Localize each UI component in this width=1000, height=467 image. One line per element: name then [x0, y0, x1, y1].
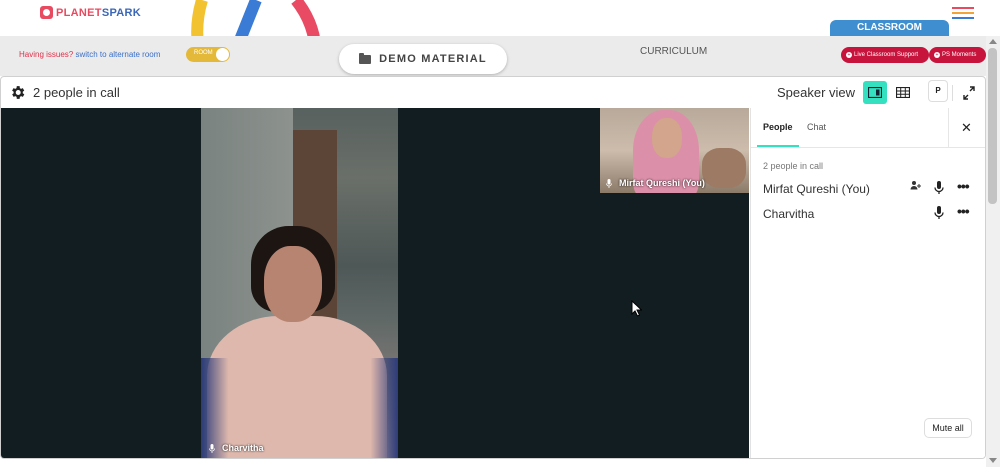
mic-icon[interactable]: [934, 181, 944, 195]
people-sidebar: People Chat ✕ 2 people in call Mirfat Qu…: [750, 108, 985, 458]
call-header: 2 people in call Speaker view P: [1, 77, 985, 108]
live-support-label: Live Classroom Support: [854, 52, 919, 58]
p-button[interactable]: P: [929, 81, 947, 101]
close-icon[interactable]: ✕: [961, 120, 972, 136]
mic-icon: [209, 443, 215, 453]
live-support-button[interactable]: + Live Classroom Support: [841, 47, 929, 63]
logo-icon: [40, 6, 53, 19]
cursor-icon: [631, 300, 642, 317]
logo-text-planet: PLANET: [56, 6, 102, 19]
issues-banner: Having issues? switch to alternate room: [19, 50, 160, 59]
speaker-view-icon: [868, 87, 882, 98]
logo-text-spark: SPARK: [101, 6, 142, 19]
people-list-count: 2 people in call: [763, 161, 824, 171]
ps-moments-label: PS Moments: [942, 52, 977, 58]
people-in-call-count: 2 people in call: [33, 85, 120, 100]
mute-all-button[interactable]: Mute all: [924, 418, 972, 438]
tab-people[interactable]: People: [763, 122, 793, 132]
video-call-panel: 2 people in call Speaker view P Charvith…: [0, 76, 986, 459]
grid-view-icon: [896, 87, 910, 98]
sidebar-tabs: People Chat ✕: [751, 108, 985, 148]
video-person-face: [264, 246, 322, 322]
plus-icon: +: [934, 52, 940, 58]
pip-person-hand: [702, 148, 746, 188]
speaker-view-button[interactable]: [863, 81, 887, 104]
demo-material-button[interactable]: DEMO MATERIAL: [339, 44, 507, 74]
toolbar-divider: [952, 85, 953, 101]
toggle-knob: [216, 48, 229, 61]
demo-material-label: DEMO MATERIAL: [379, 53, 487, 65]
self-participant-name: Mirfat Qureshi (You): [619, 178, 705, 188]
more-options-icon[interactable]: •••: [957, 203, 970, 219]
main-participant-video[interactable]: Charvitha: [201, 108, 398, 458]
tab-divider: [948, 108, 949, 148]
planetspark-logo[interactable]: PLANETSPARK: [40, 6, 141, 19]
issues-text: Having issues?: [19, 50, 74, 59]
mic-icon[interactable]: [934, 206, 944, 220]
scroll-down-arrow-icon[interactable]: [989, 458, 997, 463]
participant-name-2: Charvitha: [763, 207, 815, 221]
room-toggle[interactable]: ROOM: [186, 47, 230, 62]
room-toggle-label: ROOM: [194, 50, 213, 56]
classroom-tab[interactable]: CLASSROOM: [830, 20, 949, 36]
scrollbar-thumb[interactable]: [988, 48, 997, 204]
pip-person-face: [652, 118, 682, 158]
top-bar: PLANETSPARK CLASSROOM: [0, 0, 1000, 98]
curriculum-link[interactable]: CURRICULUM: [640, 46, 707, 57]
tab-chat[interactable]: Chat: [807, 122, 826, 132]
expand-icon[interactable]: [959, 82, 979, 104]
self-participant-tag: Mirfat Qureshi (You): [606, 178, 705, 188]
scroll-up-arrow-icon[interactable]: [989, 39, 997, 44]
active-tab-indicator: [757, 145, 799, 147]
ps-moments-button[interactable]: + PS Moments: [929, 47, 986, 63]
main-participant-tag: Charvitha: [209, 443, 264, 453]
speaker-view-label: Speaker view: [777, 85, 856, 100]
plus-icon: +: [846, 52, 852, 58]
folder-icon: [359, 52, 372, 64]
gear-icon[interactable]: [9, 84, 26, 101]
mic-icon: [606, 178, 612, 188]
bottom-strip: [0, 459, 986, 467]
video-stage: Charvitha Mirfat Qureshi (You): [1, 108, 749, 458]
grid-view-button[interactable]: [891, 81, 915, 104]
self-video-tile[interactable]: Mirfat Qureshi (You): [600, 108, 749, 193]
more-options-icon[interactable]: •••: [957, 178, 970, 194]
menu-icon[interactable]: [952, 7, 974, 21]
main-participant-name: Charvitha: [222, 443, 264, 453]
add-person-icon[interactable]: [910, 180, 921, 190]
alternate-room-link[interactable]: switch to alternate room: [75, 50, 160, 59]
participant-name-1: Mirfat Qureshi (You): [763, 182, 870, 196]
